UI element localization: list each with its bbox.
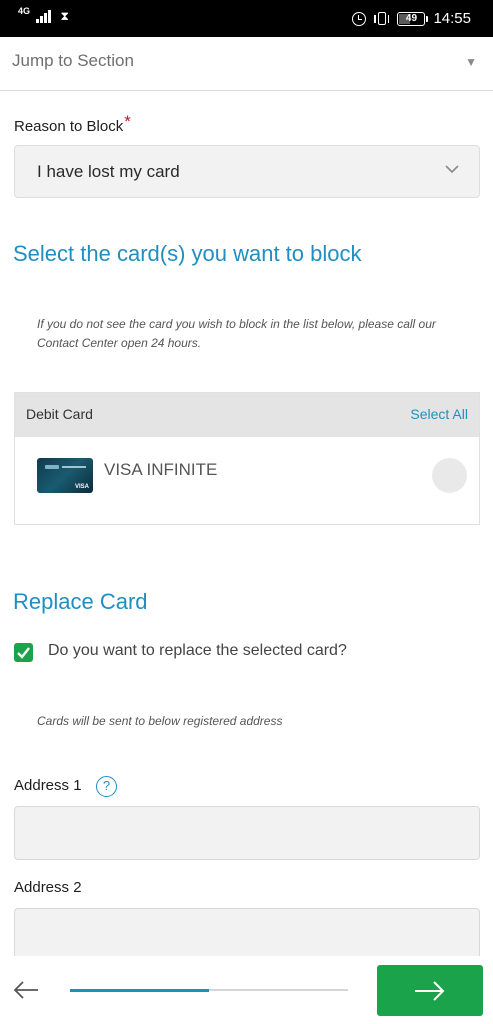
status-left: 4G ⧗ <box>18 6 69 23</box>
card-name: VISA INFINITE <box>104 460 218 479</box>
card-logo-line <box>62 466 86 468</box>
back-arrow-icon[interactable] <box>12 978 40 1002</box>
signal-icon <box>36 9 51 23</box>
address-note: Cards will be sent to below registered a… <box>37 714 283 728</box>
battery-percent: 49 <box>405 13 418 24</box>
card-chip <box>45 465 59 469</box>
vibrate-icon <box>374 12 390 25</box>
select-cards-note: If you do not see the card you wish to b… <box>37 315 436 353</box>
address2-input[interactable] <box>14 908 480 962</box>
address1-input[interactable] <box>14 806 480 860</box>
hourglass-icon: ⧗ <box>60 9 69 23</box>
replace-card-question: Do you want to replace the selected card… <box>48 642 347 659</box>
checkmark-icon <box>17 647 30 659</box>
address2-label: Address 2 <box>14 879 82 896</box>
address1-label: Address 1 <box>14 777 82 794</box>
caret-down-icon: ▼ <box>465 55 477 69</box>
jump-to-section-dropdown[interactable]: Jump to Section ▼ <box>0 37 493 91</box>
reason-label-text: Reason to Block <box>14 118 124 135</box>
status-right: 49 14:55 <box>352 10 471 27</box>
status-bar: 4G ⧗ 49 14:55 <box>0 0 493 37</box>
next-button[interactable] <box>377 965 483 1016</box>
card-brand: VISA <box>74 484 89 490</box>
card-row[interactable]: VISA VISA INFINITE <box>15 437 479 525</box>
note-line-1: If you do not see the card you wish to b… <box>37 317 436 331</box>
network-type: 4G <box>18 6 31 16</box>
debit-card-label: Debit Card <box>26 406 93 422</box>
reason-label: Reason to Block* <box>14 112 131 136</box>
progress-bar <box>70 988 348 992</box>
replace-card-title: Replace Card <box>13 589 148 614</box>
select-cards-title: Select the card(s) you want to block <box>13 241 362 266</box>
card-list: Debit Card Select All VISA VISA INFINITE <box>14 392 480 525</box>
clock: 14:55 <box>433 10 471 27</box>
replace-card-checkbox[interactable] <box>14 643 33 662</box>
alarm-icon <box>352 11 367 26</box>
required-asterisk: * <box>124 112 131 131</box>
arrow-right-icon <box>415 981 445 1001</box>
battery-icon: 49 <box>397 11 429 26</box>
card-select-radio[interactable] <box>432 458 467 493</box>
card-image: VISA <box>37 458 93 493</box>
jump-to-section-label: Jump to Section <box>12 51 134 70</box>
progress-fill <box>70 988 209 992</box>
reason-selected-value: I have lost my card <box>37 162 180 181</box>
chevron-down-icon <box>445 165 459 174</box>
select-all-link[interactable]: Select All <box>410 406 468 422</box>
help-icon[interactable]: ? <box>96 776 117 797</box>
card-list-header: Debit Card Select All <box>15 393 479 437</box>
reason-select[interactable]: I have lost my card <box>14 145 480 198</box>
bottom-nav <box>0 956 493 1024</box>
note-line-2: Contact Center open 24 hours. <box>37 336 202 350</box>
